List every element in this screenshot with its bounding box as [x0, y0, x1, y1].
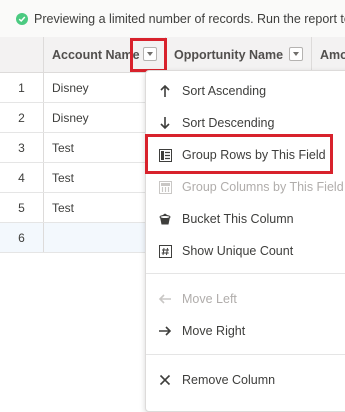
column-header-amount[interactable]: Amount [312, 37, 345, 73]
menu-divider [146, 354, 345, 355]
account-cell: Test [52, 200, 75, 215]
menu-item-label: Group Rows by This Field [182, 148, 326, 162]
close-icon [158, 373, 172, 387]
menu-item-bucket-column[interactable]: Bucket This Column [146, 203, 345, 235]
menu-item-label: Sort Descending [182, 116, 275, 130]
group-rows-icon [158, 148, 172, 162]
menu-item-remove-column[interactable]: Remove Column [146, 364, 345, 396]
menu-item-label: Move Left [182, 292, 237, 306]
row-number: 4 [0, 163, 44, 192]
row-number: 2 [0, 103, 44, 132]
arrow-down-icon [158, 116, 172, 130]
account-cell: Disney [52, 80, 89, 95]
account-cell: Test [52, 170, 75, 185]
chevron-down-icon [147, 52, 153, 56]
group-columns-icon [158, 180, 172, 194]
menu-item-label: Sort Ascending [182, 84, 267, 98]
arrow-left-icon [158, 292, 172, 306]
chevron-down-icon [293, 52, 299, 56]
menu-item-group-columns[interactable]: Group Columns by This Field [146, 171, 345, 203]
row-number-header [0, 37, 44, 73]
menu-item-group-rows[interactable]: Group Rows by This Field [146, 139, 345, 171]
success-check-icon [16, 12, 28, 25]
bucket-icon [158, 212, 172, 226]
menu-item-label: Remove Column [182, 373, 276, 387]
row-number: 5 [0, 193, 44, 222]
menu-item-move-right[interactable]: Move Right [146, 315, 345, 347]
column-actions-menu: Sort Ascending Sort Descending Group Row… [145, 70, 345, 412]
menu-divider [146, 273, 345, 274]
row-number: 1 [0, 73, 44, 102]
row-number: 3 [0, 133, 44, 162]
row-number: 6 [0, 223, 44, 252]
menu-item-unique-count[interactable]: Show Unique Count [146, 235, 345, 267]
menu-item-sort-ascending[interactable]: Sort Ascending [146, 75, 345, 107]
preview-banner: Previewing a limited number of records. … [0, 0, 345, 38]
account-cell: Test [52, 140, 75, 155]
arrow-right-icon [158, 324, 172, 338]
column-header-label: Amount [320, 47, 345, 62]
menu-item-label: Bucket This Column [182, 212, 294, 226]
column-header-label: Opportunity Name [174, 47, 284, 62]
opportunity-name-menu-button[interactable] [289, 47, 303, 61]
menu-item-label: Move Right [182, 324, 246, 338]
hash-icon [158, 244, 172, 258]
account-cell: Disney [52, 110, 89, 125]
banner-text: Previewing a limited number of records. … [34, 11, 345, 26]
menu-item-label: Show Unique Count [182, 244, 294, 258]
menu-item-label: Group Columns by This Field [182, 180, 344, 194]
account-name-menu-button[interactable] [143, 47, 157, 61]
arrow-up-icon [158, 84, 172, 98]
column-header-label: Account Name [52, 47, 140, 62]
menu-item-move-left[interactable]: Move Left [146, 283, 345, 315]
menu-item-sort-descending[interactable]: Sort Descending [146, 107, 345, 139]
